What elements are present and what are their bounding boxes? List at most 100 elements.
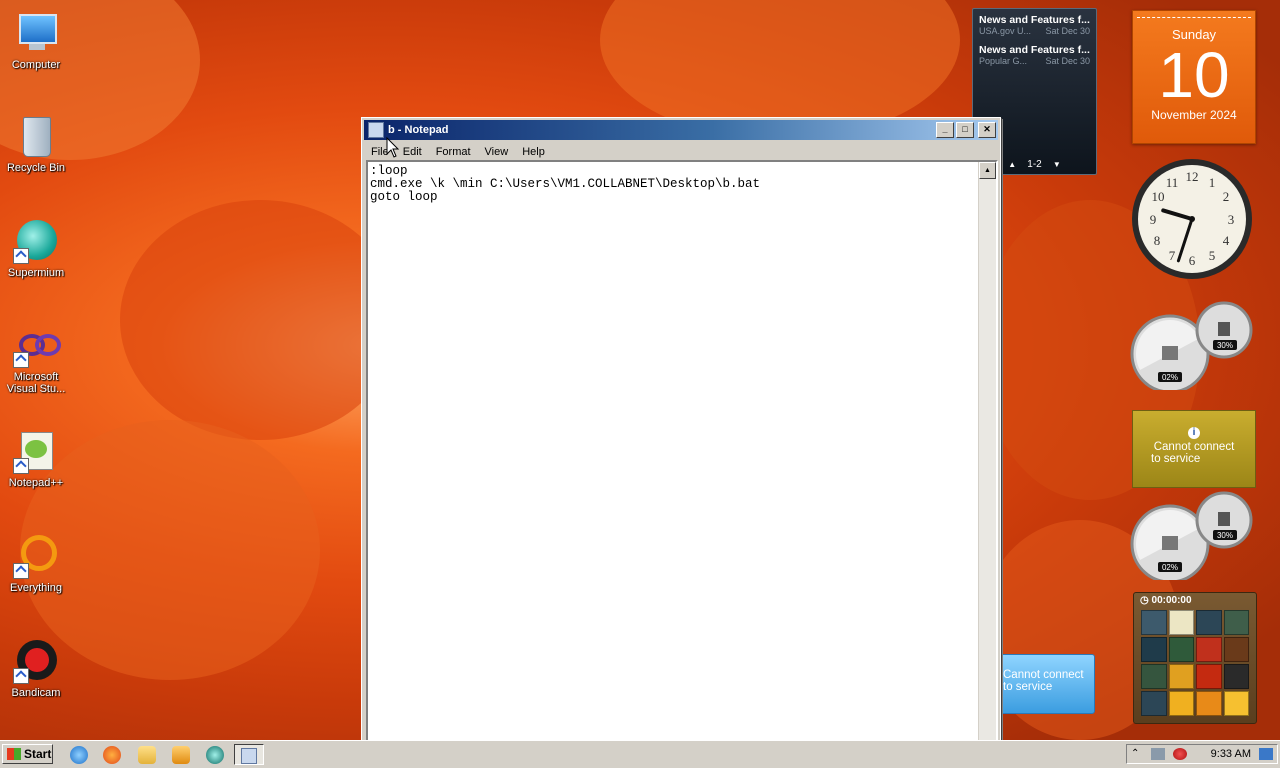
supermium-taskbar-icon[interactable] — [206, 746, 224, 764]
notepad-icon — [241, 748, 257, 764]
puzzle-tile[interactable] — [1223, 691, 1249, 716]
notepad-window[interactable]: b - Notepad _ □ ✕ File Edit Format View … — [361, 117, 1001, 745]
mouse-cursor-icon — [386, 137, 400, 158]
memory-chip-icon — [1218, 322, 1230, 336]
weather-gadget[interactable]: i Cannot connect to service — [1132, 410, 1256, 488]
volume-muted-icon[interactable] — [1173, 748, 1187, 760]
news-item[interactable]: News and Features f... Popular G... Sat D… — [973, 39, 1096, 66]
puzzle-tile[interactable] — [1141, 691, 1167, 716]
menu-edit[interactable]: Edit — [396, 146, 429, 158]
shortcut-arrow-icon — [13, 668, 29, 684]
clock-center — [1189, 216, 1195, 222]
desktop-icon-computer[interactable]: Computer — [4, 10, 68, 71]
memory-percent: 30% — [1217, 341, 1233, 350]
taskbar-button-notepad[interactable] — [234, 744, 264, 765]
puzzle-tile[interactable] — [1196, 610, 1222, 635]
shortcut-arrow-icon — [13, 563, 29, 579]
desktop-icon-label: Everything — [10, 582, 62, 594]
puzzle-tile[interactable] — [1168, 637, 1194, 662]
text-editor[interactable]: :loop cmd.exe \k \min C:\Users\VM1.COLLA… — [366, 160, 998, 744]
file-explorer-icon[interactable] — [138, 746, 156, 764]
internet-explorer-icon[interactable] — [70, 746, 88, 764]
show-hidden-icons-icon[interactable]: ⌃ — [1131, 748, 1145, 760]
desktop-icon-bandicam[interactable]: Bandicam — [4, 638, 68, 699]
media-player-icon[interactable] — [172, 746, 190, 764]
network-icon[interactable] — [1151, 748, 1165, 760]
next-arrow-icon[interactable]: ▼ — [1053, 160, 1061, 169]
cpu-meter-gadget[interactable]: 02% 30% — [1130, 300, 1254, 390]
news-date: Sat Dec 30 — [1045, 56, 1090, 66]
svg-text:8: 8 — [1154, 233, 1161, 248]
tray-clock[interactable]: 9:33 AM — [1211, 748, 1251, 760]
svg-text:9: 9 — [1150, 212, 1157, 227]
notepad-icon — [368, 122, 384, 138]
news-item[interactable]: News and Features f... USA.gov U... Sat D… — [973, 9, 1096, 36]
weather-error-line1: Cannot connect — [1153, 441, 1235, 453]
menu-format[interactable]: Format — [429, 146, 478, 158]
news-date: Sat Dec 30 — [1045, 26, 1090, 36]
notepad-titlebar[interactable]: b - Notepad _ □ ✕ — [364, 120, 998, 140]
picture-puzzle-gadget[interactable]: ◷ 00:00:00 — [1133, 592, 1257, 724]
menubar: File Edit Format View Help — [362, 142, 1000, 162]
menu-view[interactable]: View — [478, 146, 516, 158]
puzzle-tile[interactable] — [1196, 637, 1222, 662]
news-headline: News and Features f... — [979, 44, 1090, 56]
vertical-scrollbar[interactable]: ▲ — [978, 162, 996, 742]
shortcut-arrow-icon — [13, 248, 29, 264]
notepadpp-icon — [13, 428, 59, 474]
memory-chip-icon — [1218, 512, 1230, 526]
visual-studio-icon — [13, 322, 61, 368]
desktop-icon-everything[interactable]: Everything — [4, 533, 68, 594]
desktop-icon-visual-studio[interactable]: Microsoft Visual Stu... — [4, 322, 68, 395]
weather-error-line2: to service — [1151, 453, 1201, 465]
maximize-button[interactable]: □ — [956, 122, 974, 138]
puzzle-tile[interactable] — [1141, 610, 1167, 635]
minimize-button[interactable]: _ — [936, 122, 954, 138]
news-page-indicator: 1-2 — [1027, 159, 1042, 170]
puzzle-tile[interactable] — [1141, 664, 1167, 689]
everything-icon — [13, 533, 59, 579]
puzzle-timer-value: 00:00:00 — [1151, 595, 1192, 606]
cpu-chip-icon — [1162, 346, 1178, 360]
close-button[interactable]: ✕ — [978, 122, 996, 138]
scroll-up-icon[interactable]: ▲ — [979, 162, 996, 179]
desktop-icon-label: Microsoft Visual Stu... — [6, 371, 66, 395]
puzzle-tile[interactable] — [1168, 664, 1194, 689]
show-desktop-icon[interactable] — [1259, 748, 1273, 760]
weather-gadget[interactable]: Cannot connect to service — [1000, 654, 1095, 714]
prev-arrow-icon[interactable]: ▲ — [1008, 160, 1016, 169]
puzzle-tile[interactable] — [1168, 691, 1194, 716]
puzzle-tile[interactable] — [1141, 637, 1167, 662]
puzzle-grid[interactable] — [1141, 610, 1249, 716]
puzzle-tile[interactable] — [1223, 637, 1249, 662]
puzzle-timer: ◷ 00:00:00 — [1140, 595, 1192, 606]
weather-error-line2: to service — [1003, 681, 1053, 693]
calendar-month-year: November 2024 — [1151, 108, 1237, 122]
puzzle-tile[interactable] — [1223, 610, 1249, 635]
puzzle-tile[interactable] — [1223, 664, 1249, 689]
recycle-bin-icon — [13, 113, 59, 159]
desktop-icon-recycle-bin[interactable]: Recycle Bin — [4, 113, 68, 174]
desktop-icon-supermium[interactable]: Supermium — [4, 218, 68, 279]
clock-gadget[interactable]: 12 12 3 4567 8 9 1011 — [1130, 157, 1254, 281]
cpu-meter-gadget[interactable]: 02% 30% — [1130, 490, 1254, 580]
shortcut-arrow-icon — [13, 352, 29, 368]
news-source: USA.gov U... — [979, 26, 1032, 36]
start-button[interactable]: Start — [2, 744, 53, 764]
calendar-gadget[interactable]: Sunday 10 November 2024 — [1132, 10, 1256, 144]
menu-help[interactable]: Help — [515, 146, 552, 158]
svg-text:6: 6 — [1189, 253, 1196, 268]
svg-text:4: 4 — [1223, 233, 1230, 248]
taskbar: Start ⌃ 9:33 AM — [0, 740, 1280, 768]
puzzle-tile[interactable] — [1168, 610, 1194, 635]
desktop-icon-notepadpp[interactable]: Notepad++ — [4, 428, 68, 489]
firefox-icon[interactable] — [103, 746, 121, 764]
puzzle-tile[interactable] — [1196, 691, 1222, 716]
calendar-day: 10 — [1158, 39, 1230, 111]
news-headline: News and Features f... — [979, 14, 1090, 26]
news-source: Popular G... — [979, 56, 1028, 66]
editor-content[interactable]: :loop cmd.exe \k \min C:\Users\VM1.COLLA… — [368, 162, 996, 207]
cpu-percent: 02% — [1162, 373, 1178, 382]
puzzle-tile[interactable] — [1196, 664, 1222, 689]
desktop-icon-label: Recycle Bin — [6, 162, 66, 174]
